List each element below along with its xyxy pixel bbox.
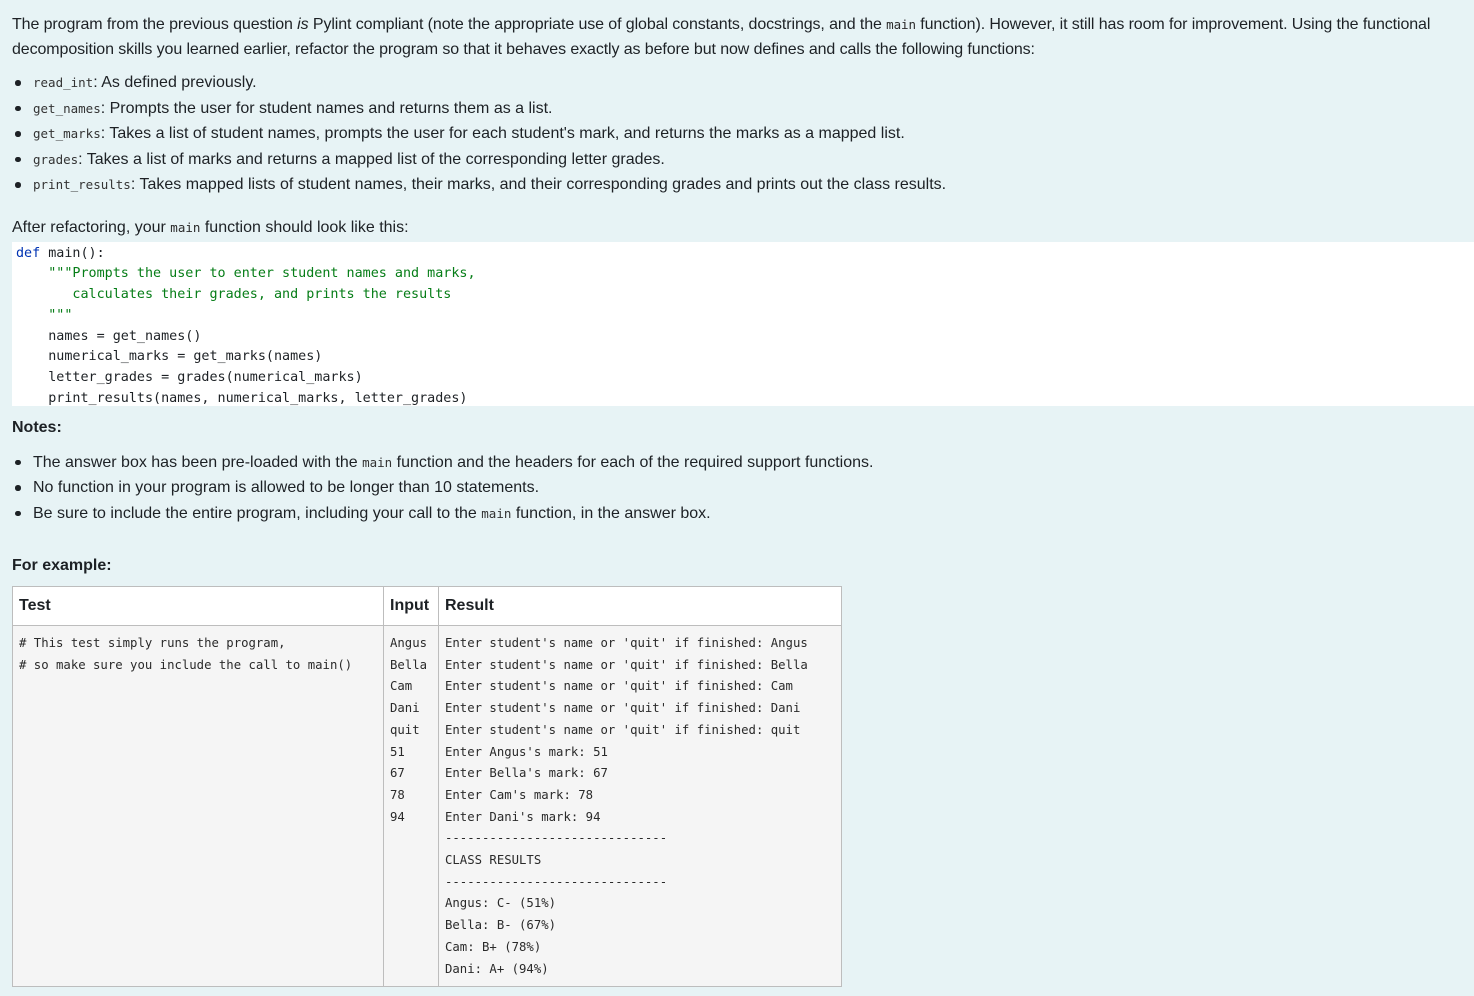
intro-text: Pylint compliant (note the appropriate u…: [312, 16, 882, 33]
function-desc: : Takes a list of marks and returns a ma…: [78, 150, 665, 168]
header-result: Result: [438, 586, 842, 626]
list-item: No function in your program is allowed t…: [12, 475, 1474, 501]
question-content: The program from the previous question i…: [0, 0, 1474, 988]
list-item: read_int: As defined previously.: [12, 70, 1474, 96]
inline-code: main: [170, 219, 201, 235]
after-text: function should look like this:: [204, 218, 409, 236]
notes-heading: Notes:: [12, 418, 62, 436]
intro-paragraph: The program from the previous question i…: [12, 12, 1462, 62]
after-paragraph: After refactoring, your main function sh…: [12, 216, 1462, 240]
function-name: get_names: [33, 100, 101, 116]
example-table: Test Input Result # This test simply run…: [12, 586, 842, 988]
table-header-row: Test Input Result: [12, 586, 842, 626]
function-name: read_int: [33, 75, 94, 90]
intro-text: function). However, it still has room fo…: [920, 16, 1359, 33]
function-name: get_marks: [33, 126, 101, 141]
code-line: main():: [40, 245, 105, 261]
inline-code: main: [886, 17, 916, 32]
code-line: letter_grades = grades(numerical_marks): [16, 370, 363, 386]
note-text: Be sure to include the entire program, i…: [33, 504, 477, 522]
notes-list: The answer box has been pre-loaded with …: [0, 450, 1474, 527]
code-block: def main(): """Prompts the user to enter…: [12, 241, 1474, 407]
code-line: numerical_marks = get_marks(names): [16, 349, 323, 365]
note-text: No function in your program is allowed t…: [33, 479, 540, 496]
intro-text: The program from the previous question: [12, 16, 293, 33]
example-heading: For example:: [12, 557, 112, 574]
function-name: print_results: [33, 177, 131, 192]
code-docstring: calculates their grades, and prints the …: [16, 287, 452, 303]
table-row: # This test simply runs the program, # s…: [12, 624, 842, 988]
list-item: The answer box has been pre-loaded with …: [12, 450, 1474, 476]
inline-code: main: [362, 454, 393, 470]
list-item: grades: Takes a list of marks and return…: [12, 147, 1474, 173]
code-docstring: """: [16, 307, 73, 323]
function-desc: : Prompts the user for student names and…: [100, 99, 553, 117]
function-desc: : As defined previously.: [93, 74, 257, 91]
code-line: print_results(names, numerical_marks, le…: [16, 391, 468, 407]
note-text: function, in the answer box.: [515, 504, 711, 522]
after-text: After refactoring, your: [12, 218, 166, 236]
intro-emphasis: is: [297, 16, 309, 33]
list-item: print_results: Takes mapped lists of stu…: [12, 172, 1474, 198]
note-text: function and the headers for each of the…: [396, 453, 874, 471]
code-docstring: """Prompts the user to enter student nam…: [16, 266, 476, 282]
list-item: get_names: Prompts the user for student …: [12, 96, 1474, 122]
function-desc: : Takes a list of student names, prompts…: [100, 125, 905, 142]
code-keyword: def: [16, 245, 41, 261]
code-line: names = get_names(): [16, 328, 202, 344]
input-cell: Angus Bella Cam Dani quit 51 67 78 94: [383, 624, 439, 988]
note-text: The answer box has been pre-loaded with …: [33, 453, 358, 471]
inline-code: main: [481, 505, 512, 521]
result-cell: Enter student's name or 'quit' if finish…: [438, 624, 842, 988]
header-test: Test: [12, 586, 384, 626]
list-item: Be sure to include the entire program, i…: [12, 501, 1474, 527]
test-cell: # This test simply runs the program, # s…: [12, 624, 384, 988]
function-name: grades: [33, 151, 79, 167]
function-desc: : Takes mapped lists of student names, t…: [130, 176, 947, 193]
list-item: get_marks: Takes a list of student names…: [12, 121, 1474, 147]
function-list: read_int: As defined previously. get_nam…: [0, 70, 1474, 198]
header-input: Input: [383, 586, 439, 626]
